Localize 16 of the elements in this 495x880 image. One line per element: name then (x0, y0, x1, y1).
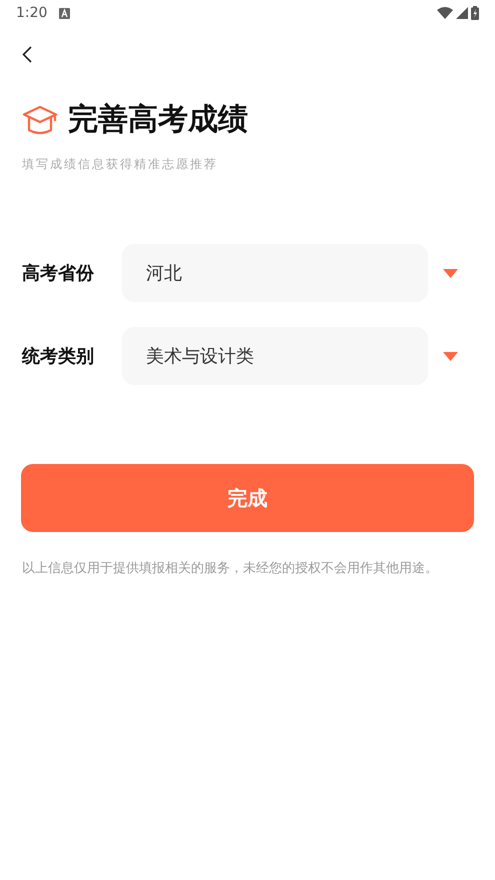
caret-icon[interactable] (443, 268, 458, 278)
dropdown-field[interactable]: 河北 (122, 244, 428, 302)
notification-icon (59, 8, 70, 18)
field-label: 统考类别 (22, 345, 95, 368)
back-icon[interactable] (22, 46, 32, 63)
page-title: 完善高考成绩 (68, 101, 248, 139)
battery-icon (471, 6, 479, 20)
privacy-note: 以上信息仅用于提供填报相关的服务，未经您的授权不会用作其他用途。 (22, 560, 439, 578)
field-label: 高考省份 (22, 262, 95, 285)
graduation-cap-icon (22, 104, 58, 134)
status-time: 1:20 (16, 5, 48, 21)
caret-icon[interactable] (443, 352, 458, 360)
dropdown-field[interactable]: 美术与设计类 (122, 327, 428, 385)
page-subtitle: 填写成绩信息获得精准志愿推荐 (22, 156, 219, 173)
wifi-icon (437, 7, 453, 19)
signal-icon (456, 7, 468, 19)
